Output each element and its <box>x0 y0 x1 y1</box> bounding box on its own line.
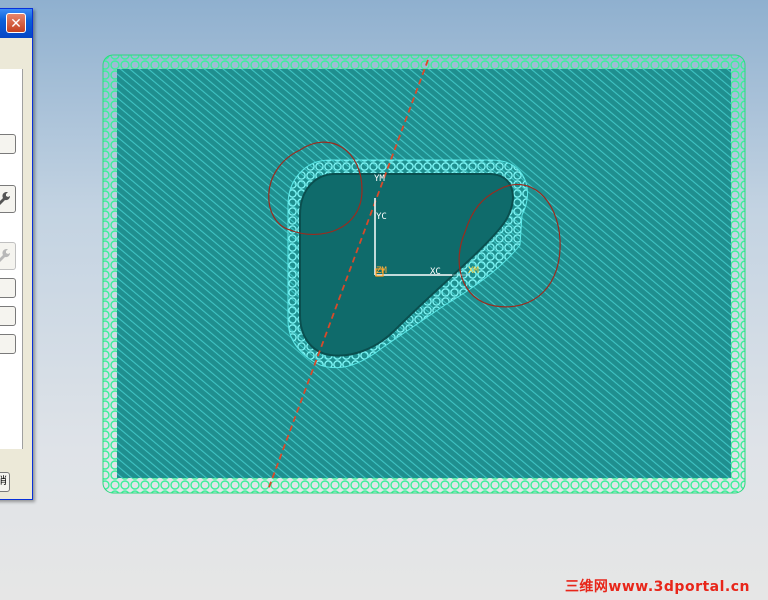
xc-label: XC <box>430 267 441 277</box>
close-icon[interactable]: ✕ <box>6 13 26 33</box>
operation-dialog: ✕ 消 <box>0 8 33 500</box>
graphics-window[interactable]: YM YC ZM XC XM <box>0 0 768 600</box>
dialog-button-3[interactable] <box>0 306 16 326</box>
dialog-button-4[interactable] <box>0 334 16 354</box>
yc-label: YC <box>376 212 387 222</box>
xm-label: XM <box>468 266 479 276</box>
cancel-button[interactable]: 消 <box>0 472 10 492</box>
dialog-button-2[interactable] <box>0 278 16 298</box>
dialog-body: 消 <box>0 38 32 499</box>
wrench-disabled-icon <box>0 249 11 262</box>
tool-button-edit[interactable] <box>0 185 16 213</box>
zm-label: ZM <box>376 266 387 276</box>
dialog-button-1[interactable] <box>0 134 16 154</box>
wrench-icon <box>0 192 11 205</box>
ym-label: YM <box>374 174 385 184</box>
dialog-titlebar: ✕ <box>0 9 32 38</box>
cad-model-view[interactable] <box>0 0 768 600</box>
watermark-text: 三维网www.3dportal.cn <box>564 579 750 595</box>
tool-button-disabled[interactable] <box>0 242 16 270</box>
